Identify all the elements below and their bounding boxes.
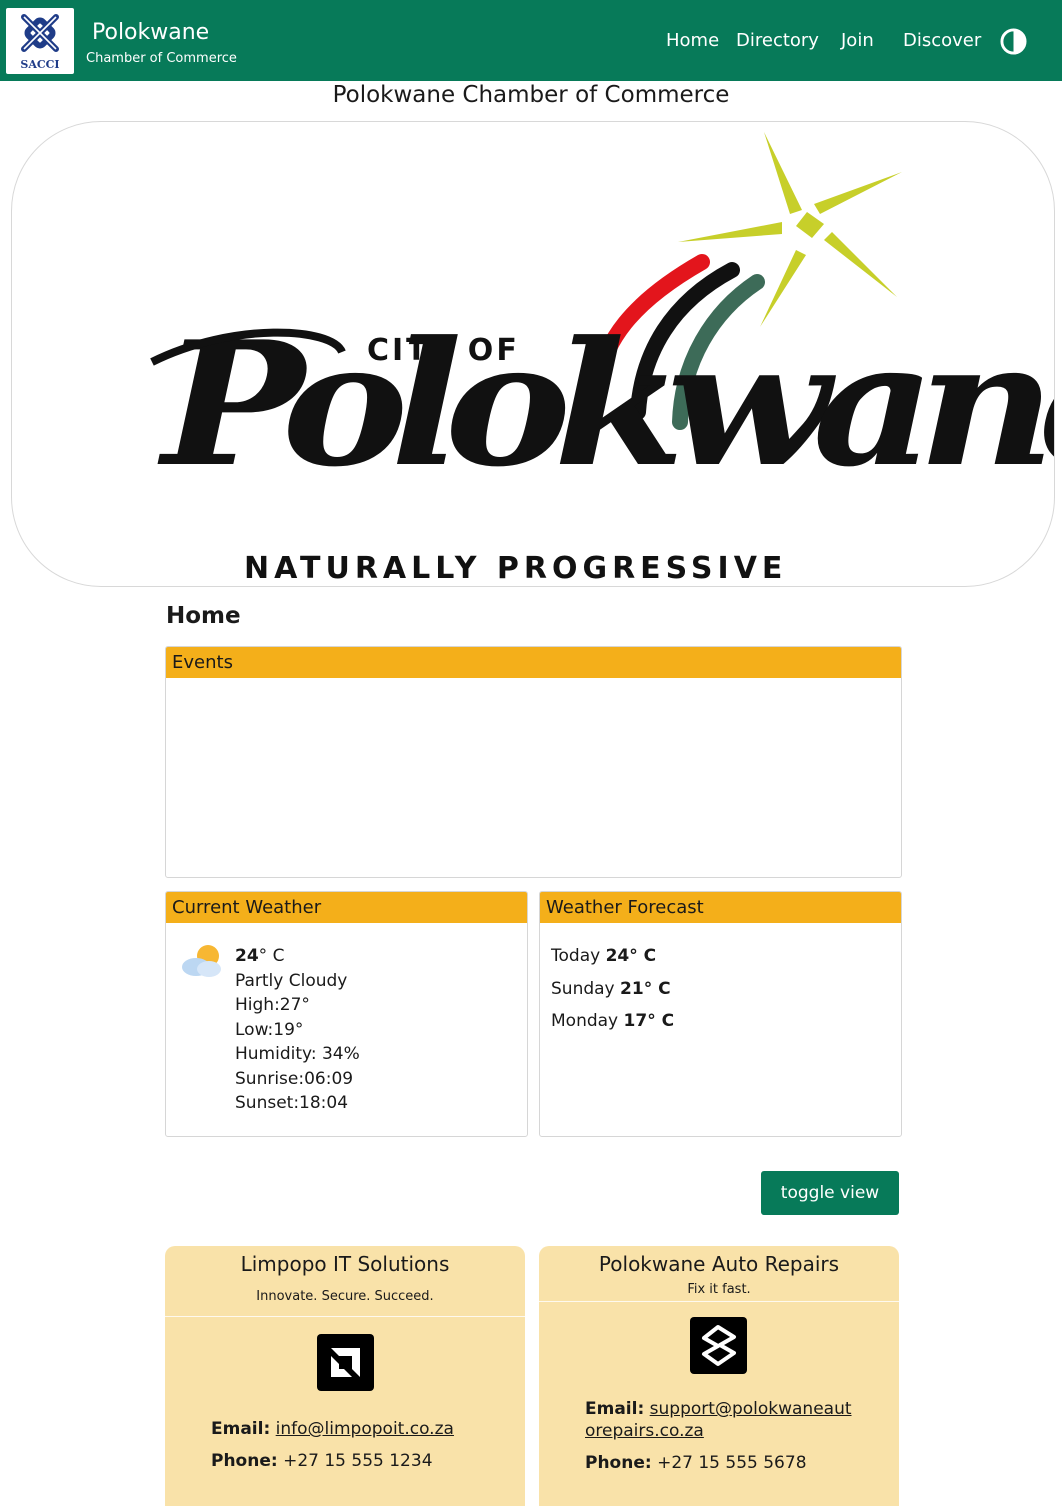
business-email-link[interactable]: info@limpopoit.co.za (276, 1419, 454, 1439)
events-card: Events (165, 646, 902, 878)
hero-banner: CITY OF Polokwane NATURALLY PROGRESSIVE (11, 121, 1055, 587)
current-weather-card: Current Weather 24° C Partly Cloudy High… (165, 891, 528, 1137)
sacci-knot-icon (21, 14, 59, 52)
weather-forecast-card: Weather Forecast Today 24° C Sunday 21° … (539, 891, 902, 1137)
hero-logo-slogan: NATURALLY PROGRESSIVE (244, 551, 787, 586)
business-contact: Email: info@limpopoit.co.za Phone: +27 1… (211, 1418, 481, 1472)
weather-sunset: Sunset:18:04 (235, 1093, 349, 1113)
forecast-day: Monday (551, 1011, 619, 1031)
business-name: Limpopo IT Solutions (240, 1252, 450, 1276)
top-navbar: SACCI Polokwane Chamber of Commerce Home… (0, 0, 1062, 81)
business-phone: +27 15 555 5678 (657, 1453, 807, 1473)
forecast-unit: ° C (629, 946, 657, 966)
forecast-item: Monday 17° C (551, 1005, 674, 1038)
home-heading: Home (166, 603, 241, 629)
current-temp-unit: ° C (258, 946, 285, 966)
phone-label: Phone: (585, 1453, 652, 1473)
business-divider (165, 1316, 525, 1317)
business-contact: Email: support@polokwaneautorepairs.co.z… (585, 1398, 855, 1474)
business-card-polokwane-auto[interactable]: Polokwane Auto Repairs Fix it fast. Emai… (539, 1246, 899, 1506)
contrast-toggle-icon[interactable] (1000, 28, 1027, 55)
nav-join-link[interactable]: Join (841, 30, 874, 51)
weather-high: High:27° (235, 995, 310, 1015)
forecast-day: Sunday (551, 978, 615, 999)
partly-cloudy-icon (182, 945, 221, 977)
events-card-title: Events (166, 647, 901, 678)
phone-label: Phone: (211, 1451, 278, 1471)
forecast-temp: 17 (623, 1011, 648, 1031)
forecast-day: Today (551, 946, 601, 966)
current-weather-title: Current Weather (166, 892, 527, 923)
weather-humidity: Humidity: 34% (235, 1044, 360, 1064)
weather-low: Low:19° (235, 1019, 304, 1040)
nav-home-link[interactable]: Home (666, 30, 719, 51)
business-tagline: Fix it fast. (687, 1282, 751, 1297)
email-label: Email: (585, 1399, 645, 1419)
business-name: Polokwane Auto Repairs (598, 1252, 840, 1276)
weather-forecast-title: Weather Forecast (540, 892, 901, 923)
forecast-item: Sunday 21° C (551, 973, 674, 1006)
toggle-view-button[interactable]: toggle view (761, 1171, 899, 1215)
brand-title[interactable]: Polokwane (92, 20, 209, 45)
email-label: Email: (211, 1419, 271, 1439)
forecast-unit: ° C (647, 1011, 675, 1031)
business-divider (539, 1301, 899, 1302)
sunburst-icon (678, 132, 902, 327)
forecast-temp: 21 (620, 978, 644, 999)
brand-subtitle: Chamber of Commerce (86, 51, 237, 66)
sacci-logo[interactable]: SACCI (6, 8, 74, 74)
weather-condition: Partly Cloudy (235, 970, 348, 991)
forecast-list: Today 24° C Sunday 21° C Monday 17° C (551, 940, 674, 1038)
amd-style-logo-icon (317, 1334, 374, 1391)
nav-discover-link[interactable]: Discover (903, 30, 981, 51)
nav-directory-link[interactable]: Directory (736, 30, 819, 51)
business-card-limpopo-it[interactable]: Limpopo IT Solutions Innovate. Secure. S… (165, 1246, 525, 1506)
weather-sunrise: Sunrise:06:09 (235, 1068, 354, 1089)
current-weather-details: 24° C Partly Cloudy High:27° Low:19° Hum… (235, 944, 360, 1116)
auto-repair-logo-icon (690, 1317, 747, 1374)
forecast-unit: ° C (643, 978, 671, 999)
sacci-logo-text: SACCI (20, 58, 60, 71)
current-temp: 24 (235, 946, 259, 966)
forecast-item: Today 24° C (551, 940, 674, 973)
city-of-polokwane-logo: CITY OF Polokwane NATURALLY PROGRESSIVE (150, 132, 1054, 586)
forecast-temp: 24 (605, 946, 630, 966)
page-title: Polokwane Chamber of Commerce (332, 82, 730, 108)
business-tagline: Innovate. Secure. Succeed. (256, 1289, 434, 1304)
business-phone: +27 15 555 1234 (283, 1451, 433, 1471)
